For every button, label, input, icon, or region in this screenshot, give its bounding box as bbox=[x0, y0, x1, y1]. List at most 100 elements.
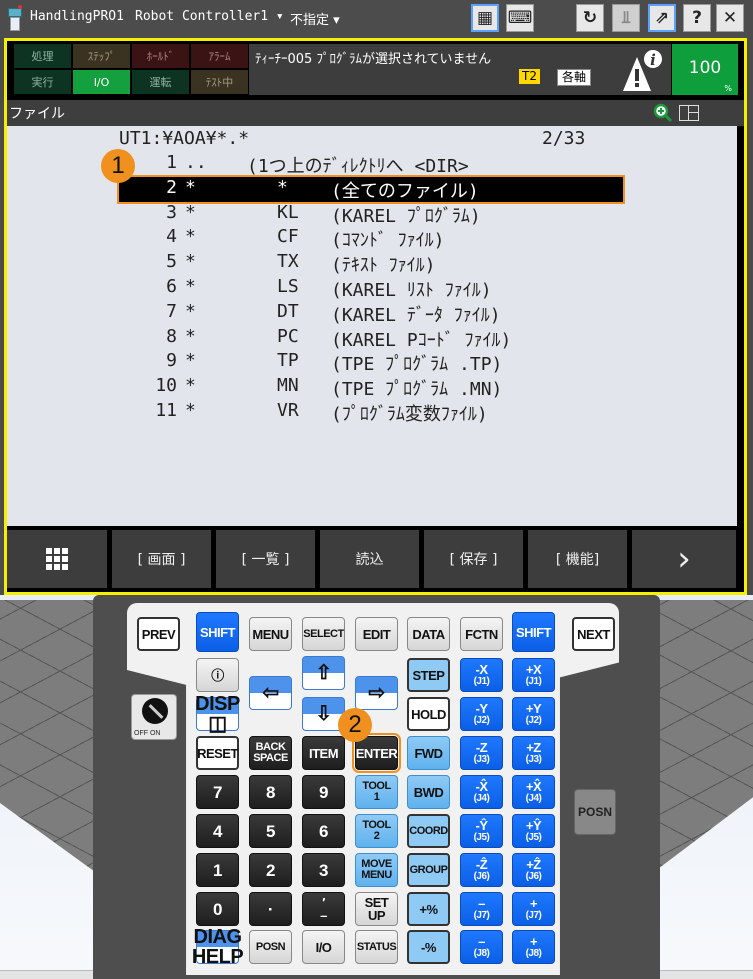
key-plus-rx[interactable]: +X̂ (J4) bbox=[512, 775, 555, 809]
key-setup[interactable]: SET UP bbox=[355, 892, 398, 926]
key-sublabel: (J2) bbox=[525, 715, 542, 726]
key-comma-minus[interactable]: ′ – bbox=[302, 892, 345, 926]
key-minus-rz[interactable]: -Ẑ (J6) bbox=[460, 853, 503, 887]
file-list-row[interactable]: 9 * TP (TPE ﾌﾟﾛｸﾞﾗﾑ .TP) bbox=[119, 350, 623, 375]
file-list-row[interactable]: 7 * DT (KAREL ﾃﾞｰﾀ ﾌｧｲﾙ) bbox=[119, 301, 623, 326]
key-diag-help[interactable]: DIAG HELP bbox=[192, 927, 244, 967]
row-name: * bbox=[185, 276, 196, 297]
key-edit[interactable]: EDIT bbox=[355, 617, 398, 651]
file-list-row[interactable]: 11 * VR (ﾌﾟﾛｸﾞﾗﾑ変数ﾌｧｲﾙ) bbox=[119, 400, 623, 425]
row-name: * bbox=[185, 375, 196, 397]
key-plus-ry[interactable]: +Ŷ (J5) bbox=[512, 814, 555, 848]
file-list-row[interactable]: 4 * CF (ｺﾏﾝﾄﾞ ﾌｧｲﾙ) bbox=[119, 226, 623, 251]
key-coord[interactable]: COORD bbox=[407, 814, 450, 848]
key-hold[interactable]: HOLD bbox=[407, 697, 450, 731]
key-left[interactable]: ⇦ bbox=[249, 676, 292, 710]
file-list-row[interactable]: 10 * MN (TPE ﾌﾟﾛｸﾞﾗﾑ .MN) bbox=[119, 375, 623, 400]
key-status[interactable]: STATUS bbox=[355, 930, 398, 964]
file-list-row[interactable]: 5 * TX (ﾃｷｽﾄ ﾌｧｲﾙ) bbox=[119, 251, 623, 276]
key-posn[interactable]: POSN bbox=[249, 930, 292, 964]
key-plus-j7[interactable]: + (J7) bbox=[512, 892, 555, 926]
key-bwd[interactable]: BWD bbox=[407, 775, 450, 809]
key-label: I/O bbox=[315, 939, 332, 955]
key-enter[interactable]: ENTER bbox=[352, 733, 401, 773]
fkey-load[interactable]: 読込 bbox=[320, 530, 419, 588]
key-dot[interactable]: · bbox=[249, 892, 292, 926]
fkey-next-page[interactable]: › bbox=[632, 530, 736, 588]
key-data[interactable]: DATA bbox=[407, 617, 450, 651]
key-7[interactable]: 7 bbox=[196, 775, 239, 809]
key-shift-right[interactable]: SHIFT bbox=[512, 612, 555, 652]
help-button[interactable]: ? bbox=[683, 4, 711, 32]
key-minus-j8[interactable]: – (J8) bbox=[460, 930, 503, 964]
key-fwd[interactable]: FWD bbox=[407, 736, 450, 770]
key-8[interactable]: 8 bbox=[249, 775, 292, 809]
key-minus-rx[interactable]: -X̂ (J4) bbox=[460, 775, 503, 809]
close-button[interactable]: ✕ bbox=[716, 4, 744, 32]
key-plus-x[interactable]: +X (J1) bbox=[512, 658, 555, 692]
split-screen-icon[interactable] bbox=[679, 105, 699, 121]
key-tool2[interactable]: TOOL 2 bbox=[355, 814, 398, 848]
key-group[interactable]: GROUP bbox=[407, 853, 450, 887]
key-prev[interactable]: PREV bbox=[137, 617, 180, 651]
fkey-menu-grid[interactable] bbox=[7, 530, 107, 588]
key-backspace[interactable]: BACK SPACE bbox=[249, 736, 292, 770]
key-disp[interactable]: DISP ◫ bbox=[195, 694, 240, 734]
key-info[interactable]: ⓘ bbox=[196, 658, 239, 692]
key-minus-x[interactable]: -X (J1) bbox=[460, 658, 503, 692]
fkey-save[interactable]: [ 保存 ] bbox=[424, 530, 523, 588]
teach-pendant-view-button[interactable]: ▦ bbox=[471, 4, 499, 32]
key-2[interactable]: 2 bbox=[249, 853, 292, 887]
key-minus-j7[interactable]: – (J7) bbox=[460, 892, 503, 926]
controller-dropdown[interactable]: Robot Controller1 ▾ bbox=[135, 9, 284, 24]
key-reset[interactable]: RESET bbox=[196, 736, 239, 770]
key-plus-y[interactable]: +Y (J2) bbox=[512, 697, 555, 731]
key-move-menu[interactable]: MOVE MENU bbox=[355, 853, 398, 887]
key-plus-j8[interactable]: + (J8) bbox=[512, 930, 555, 964]
key-step[interactable]: STEP bbox=[407, 658, 450, 692]
key-fctn[interactable]: FCTN bbox=[460, 617, 503, 651]
key-speed-down[interactable]: -% bbox=[407, 930, 450, 964]
robot-button[interactable]: ⫫ bbox=[612, 4, 640, 32]
file-list-row[interactable]: 2 * * (全てのファイル) bbox=[117, 174, 625, 204]
fkey-function[interactable]: [ 機能] bbox=[528, 530, 627, 588]
row-number: 7 bbox=[166, 300, 177, 322]
key-3[interactable]: 3 bbox=[302, 853, 345, 887]
key-plus-z[interactable]: +Z (J3) bbox=[512, 736, 555, 770]
key-right[interactable]: ⇨ bbox=[355, 676, 398, 710]
key-minus-z[interactable]: -Z (J3) bbox=[460, 736, 503, 770]
key-item[interactable]: ITEM bbox=[302, 736, 345, 770]
key-tool1[interactable]: TOOL 1 bbox=[355, 775, 398, 809]
refresh-button[interactable]: ↻ bbox=[576, 4, 604, 32]
key-4[interactable]: 4 bbox=[196, 814, 239, 848]
key-speed-up[interactable]: +% bbox=[407, 892, 450, 926]
key-plus-rz[interactable]: +Ẑ (J6) bbox=[512, 853, 555, 887]
key-6[interactable]: 6 bbox=[302, 814, 345, 848]
key-select[interactable]: SELECT bbox=[302, 617, 345, 651]
mode-dropdown[interactable]: 不指定 ▾ bbox=[290, 9, 340, 28]
zoom-in-icon[interactable] bbox=[653, 103, 673, 123]
file-list-row[interactable]: 8 * PC (KAREL Pｺｰﾄﾞ ﾌｧｲﾙ) bbox=[119, 326, 623, 351]
key-minus-ry[interactable]: -Ŷ (J5) bbox=[460, 814, 503, 848]
warning-info-icon[interactable]: i bbox=[621, 47, 665, 93]
file-list-row[interactable]: 6 * LS (KAREL ﾘｽﾄ ﾌｧｲﾙ) bbox=[119, 276, 623, 301]
key-minus-y[interactable]: -Y (J2) bbox=[460, 697, 503, 731]
speed-override[interactable]: 100 % bbox=[672, 44, 738, 95]
file-list-row[interactable]: 1.. (1つ上のﾃﾞｨﾚｸﾄﾘへ <DIR> bbox=[119, 152, 623, 177]
key-up[interactable]: ⇧ bbox=[302, 656, 345, 690]
key-9[interactable]: 9 bbox=[302, 775, 345, 809]
file-list-row[interactable]: 3 * KL (KAREL ﾌﾟﾛｸﾞﾗﾑ) bbox=[119, 202, 623, 227]
key-io[interactable]: I/O bbox=[302, 930, 345, 964]
key-1[interactable]: 1 bbox=[196, 853, 239, 887]
side-posn-button[interactable]: POSN bbox=[574, 789, 616, 835]
popout-button[interactable]: ⇗ bbox=[648, 4, 676, 32]
key-shift-left[interactable]: SHIFT bbox=[196, 612, 239, 652]
key-menu[interactable]: MENU bbox=[249, 617, 292, 651]
key-0[interactable]: 0 bbox=[196, 892, 239, 926]
key-5[interactable]: 5 bbox=[249, 814, 292, 848]
fkey-screen[interactable]: [ 画面 ] bbox=[112, 530, 211, 588]
keyboard-button[interactable]: ⌨ bbox=[506, 4, 534, 32]
enable-switch[interactable]: OFF ON bbox=[131, 694, 177, 740]
key-next[interactable]: NEXT bbox=[572, 617, 615, 651]
fkey-list[interactable]: [ 一覧 ] bbox=[216, 530, 315, 588]
